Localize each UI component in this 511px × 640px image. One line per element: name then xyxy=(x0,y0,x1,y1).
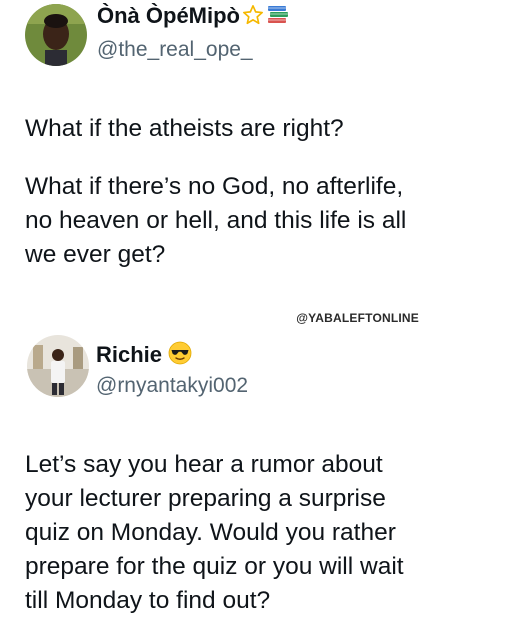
tweet-text-line: prepare for the quiz or you will wait xyxy=(25,553,404,580)
star-icon xyxy=(242,4,264,32)
avatar[interactable] xyxy=(25,4,87,66)
display-name-text: Ònà ÒpéMipò xyxy=(97,3,240,28)
tweet-text-line: we ever get? xyxy=(25,241,166,268)
watermark: @YABALEFTONLINE xyxy=(296,311,419,325)
tweet-text-paragraph-2: What if there’s no God, no afterlife, no… xyxy=(25,170,495,272)
tweet-text-line: What if there’s no God, no afterlife, xyxy=(25,173,404,200)
avatar-image xyxy=(27,335,89,397)
sunglasses-emoji-icon xyxy=(168,341,192,371)
tweet-text-line: your lecturer preparing a surprise xyxy=(25,485,386,512)
avatar[interactable] xyxy=(27,335,89,397)
user-handle[interactable]: @the_real_ope_ xyxy=(97,37,253,63)
tweet-text-line: till Monday to find out? xyxy=(25,587,271,614)
user-handle[interactable]: @rnyantakyi002 xyxy=(96,373,248,399)
display-name[interactable]: Richie xyxy=(96,341,192,371)
tweet-text-line: no heaven or hell, and this life is all xyxy=(25,207,407,234)
display-name[interactable]: Ònà ÒpéMipò xyxy=(97,3,290,32)
tweet-text-line: quiz on Monday. Would you rather xyxy=(25,519,396,546)
display-name-text: Richie xyxy=(96,342,163,367)
tweet-text-paragraph-1: What if the atheists are right? xyxy=(25,112,495,146)
tweet-text-paragraph-1: Let’s say you hear a rumor about your le… xyxy=(25,448,495,618)
tweet-text-line: Let’s say you hear a rumor about xyxy=(25,451,383,478)
avatar-image xyxy=(25,4,87,66)
books-icon xyxy=(266,4,290,32)
tweet-text-line: What if the atheists are right? xyxy=(25,115,344,142)
